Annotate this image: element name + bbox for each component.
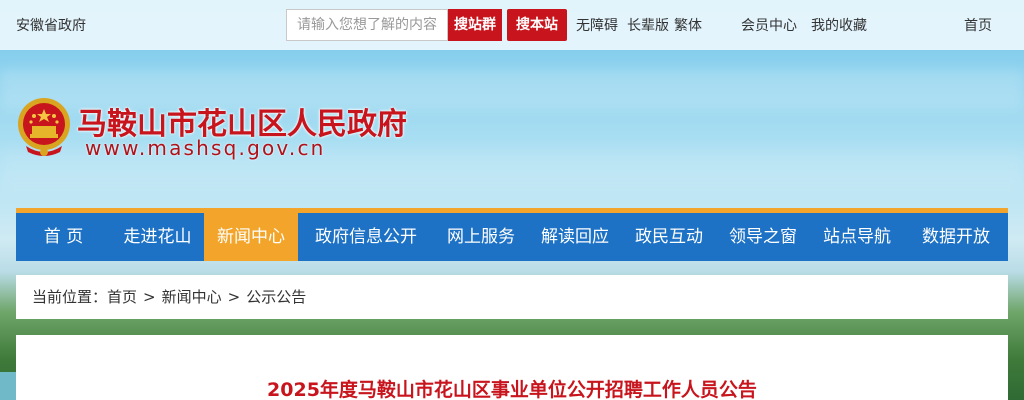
nav-item-home[interactable]: 首 页 [16, 213, 111, 261]
province-link[interactable]: 安徽省政府 [16, 15, 86, 35]
nav-item-about-huashan[interactable]: 走进花山 [111, 213, 204, 261]
search-site-button[interactable]: 搜本站 [507, 9, 567, 41]
nav-item-online-services[interactable]: 网上服务 [434, 213, 528, 261]
accessibility-link[interactable]: 无障碍 [576, 15, 618, 35]
elder-mode-link[interactable]: 长辈版 [627, 15, 669, 35]
breadcrumb-separator: > [227, 288, 241, 306]
breadcrumb-item-notices[interactable]: 公示公告 [246, 275, 306, 319]
my-favorites-link[interactable]: 我的收藏 [811, 15, 867, 35]
member-center-link[interactable]: 会员中心 [741, 15, 797, 35]
top-utility-bar: 安徽省政府 搜站群 搜本站 无障碍 长辈版 繁体 会员中心 我的收藏 首页 [0, 0, 1024, 50]
nav-item-interaction[interactable]: 政民互动 [622, 213, 716, 261]
article-title: 2025年度马鞍山市花山区事业单位公开招聘工作人员公告 [267, 379, 757, 400]
breadcrumb-item-news[interactable]: 新闻中心 [162, 275, 222, 319]
search-input[interactable] [286, 9, 448, 41]
site-url: www.mashsq.gov.cn [85, 136, 326, 160]
nav-item-site-navigation[interactable]: 站点导航 [810, 213, 904, 261]
nav-item-open-data[interactable]: 数据开放 [904, 213, 1008, 261]
nav-item-gov-info[interactable]: 政府信息公开 [298, 213, 434, 261]
main-nav: 首 页 走进花山 新闻中心 政府信息公开 网上服务 解读回应 政民互动 领导之窗… [16, 213, 1008, 261]
home-link[interactable]: 首页 [964, 15, 992, 35]
breadcrumb-separator: > [143, 288, 156, 306]
background-water [0, 372, 16, 400]
traditional-chinese-link[interactable]: 繁体 [674, 15, 702, 35]
nav-item-news-center[interactable]: 新闻中心 [204, 213, 298, 261]
breadcrumb-item-home[interactable]: 首页 [107, 275, 137, 319]
breadcrumb-label: 当前位置： [32, 288, 108, 306]
breadcrumb: 当前位置：首页 > 新闻中心 > 公示公告 [16, 275, 1008, 319]
article-content: 2025年度马鞍山市花山区事业单位公开招聘工作人员公告 [16, 335, 1008, 400]
search-group-button[interactable]: 搜站群 [448, 9, 502, 41]
nav-item-interpretation[interactable]: 解读回应 [528, 213, 622, 261]
nav-item-leaders[interactable]: 领导之窗 [716, 213, 810, 261]
national-emblem-icon [16, 96, 72, 160]
